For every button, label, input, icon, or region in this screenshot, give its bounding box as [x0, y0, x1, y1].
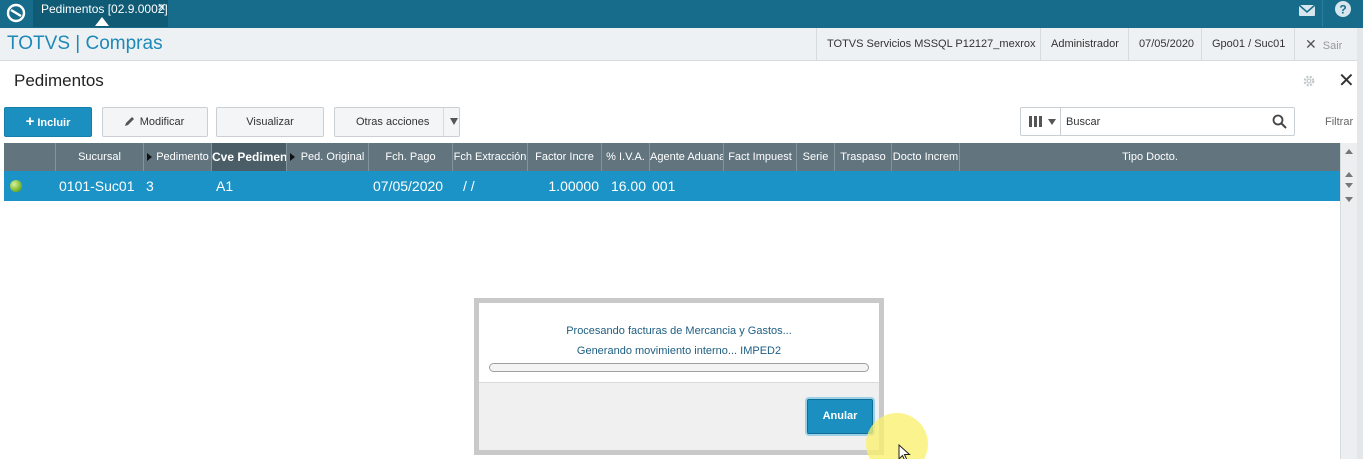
cell-cve-pedimento: A1: [216, 178, 234, 194]
logout-label: Sair: [1322, 40, 1343, 52]
page-title: Pedimentos: [14, 71, 104, 90]
app-header: TOTVS | Compras TOTVS Servicios MSSQL P1…: [0, 28, 1363, 61]
scroll-top-icon[interactable]: [1345, 149, 1353, 154]
other-actions-dropdown[interactable]: Otras acciones: [334, 107, 460, 137]
chevron-down-icon: [1048, 119, 1056, 125]
company-label[interactable]: Gpo01 / Suc01: [1201, 28, 1294, 60]
column-traspaso[interactable]: Traspaso: [835, 143, 892, 171]
column-tipo-docto[interactable]: Tipo Docto.: [960, 143, 1340, 171]
brand-title: TOTVS | Compras: [7, 33, 163, 54]
columns-icon: [1029, 116, 1042, 127]
column-factor-incre[interactable]: Factor Incre: [528, 143, 602, 171]
dropdown-separator: [443, 108, 444, 136]
mouse-cursor-icon: [898, 444, 911, 459]
tab-active-caret: [95, 17, 109, 26]
column-pedimento-label: Pedimento: [156, 151, 209, 163]
sort-arrow-icon: [290, 153, 295, 161]
column-agente-aduanal[interactable]: Agente Aduanal: [650, 143, 724, 171]
progress-dialog: Procesando facturas de Mercancia y Gasto…: [474, 298, 884, 455]
progress-bar: [489, 363, 869, 372]
cell-fch-pago: 07/05/2020: [373, 178, 444, 194]
include-label: Incluir: [37, 117, 71, 129]
column-serie[interactable]: Serie: [797, 143, 835, 171]
progress-message-1: Procesando facturas de Mercancia y Gasto…: [566, 325, 792, 337]
cell-fch-extraccion: / /: [463, 178, 475, 194]
column-status: [4, 143, 56, 171]
sort-arrow-icon: [147, 153, 152, 161]
progress-message-2: Generando movimiento interno... IMPED2: [576, 345, 782, 357]
user-label[interactable]: Administrador: [1040, 28, 1128, 60]
help-icon[interactable]: ?: [1334, 0, 1352, 18]
column-selector[interactable]: [1021, 108, 1061, 135]
tab-close-icon[interactable]: ✕: [157, 0, 166, 16]
column-fch-extraccion[interactable]: Fch Extracción: [453, 143, 528, 171]
search-input[interactable]: [1066, 112, 1266, 131]
date-label[interactable]: 07/05/2020: [1128, 28, 1201, 60]
svg-text:?: ?: [1339, 3, 1346, 17]
table-row[interactable]: 0101-Suc01 3 A1 07/05/2020 / / 1.00000 1…: [4, 171, 1340, 201]
top-tab-bar: Pedimentos [02.9.0002] ✕ ?: [0, 0, 1363, 28]
scroll-down-icon[interactable]: [1345, 183, 1353, 188]
progress-dialog-content: Procesando facturas de Mercancia y Gasto…: [479, 303, 879, 383]
vertical-scrollbar[interactable]: [1340, 143, 1357, 459]
column-cve-pedimento[interactable]: Cve Pedimento: [212, 143, 287, 171]
logout-x-icon: ✕: [1305, 36, 1317, 52]
column-pedimento[interactable]: Pedimento: [144, 143, 212, 171]
tab-label: Pedimentos [02.9.0002]: [41, 2, 168, 16]
cell-pedimento: 3: [146, 178, 154, 194]
progress-dialog-body: Procesando facturas de Mercancia y Gasto…: [479, 303, 879, 450]
cancel-button[interactable]: Anular: [807, 399, 873, 434]
scroll-bottom-icon[interactable]: [1345, 197, 1353, 202]
column-docto-increm[interactable]: Docto Increm: [892, 143, 960, 171]
grid-header: Sucursal Pedimento Cve Pedimento Ped. Or…: [4, 143, 1340, 171]
app-logo-icon[interactable]: [6, 3, 26, 23]
modify-label: Modificar: [139, 116, 185, 128]
logout-button[interactable]: ✕ Sair: [1294, 28, 1357, 60]
topbar-divider: [1322, 0, 1323, 27]
other-actions-label: Otras acciones: [356, 116, 430, 128]
window-right-edge: [1357, 28, 1363, 459]
column-ped-original-label: Ped. Original: [300, 151, 365, 163]
view-label: Visualizar: [246, 116, 294, 128]
scroll-up-icon[interactable]: [1345, 172, 1353, 177]
cell-iva: 16.00: [610, 178, 646, 194]
column-iva[interactable]: % I.V.A.: [602, 143, 650, 171]
tab-pedimentos[interactable]: Pedimentos [02.9.0002] ✕: [33, 0, 168, 27]
modify-button[interactable]: Modificar: [102, 107, 208, 137]
chevron-down-icon: [450, 118, 458, 125]
search-icon[interactable]: [1272, 114, 1287, 129]
plus-icon: +: [25, 113, 35, 130]
status-legend-icon[interactable]: [10, 180, 22, 192]
pencil-icon: [125, 117, 134, 126]
mail-icon[interactable]: [1298, 1, 1316, 19]
cell-agente-aduanal: 001: [652, 178, 676, 194]
filter-link[interactable]: Filtrar: [1325, 116, 1353, 128]
view-button[interactable]: Visualizar: [216, 107, 324, 137]
column-ped-original[interactable]: Ped. Original: [287, 143, 369, 171]
column-fch-pago[interactable]: Fch. Pago: [369, 143, 453, 171]
environment-label: TOTVS Servicios MSSQL P12127_mexrox: [816, 28, 1040, 60]
column-sucursal[interactable]: Sucursal: [56, 143, 144, 171]
include-button[interactable]: + Incluir: [4, 107, 92, 137]
cell-sucursal: 0101-Suc01: [59, 178, 135, 194]
close-page-icon[interactable]: ✕: [1338, 70, 1355, 92]
gear-icon[interactable]: [1302, 74, 1316, 88]
cell-factor-incre: 1.00000: [548, 178, 599, 194]
search-box: [1020, 107, 1295, 136]
column-fact-impuest[interactable]: Fact Impuest: [724, 143, 797, 171]
